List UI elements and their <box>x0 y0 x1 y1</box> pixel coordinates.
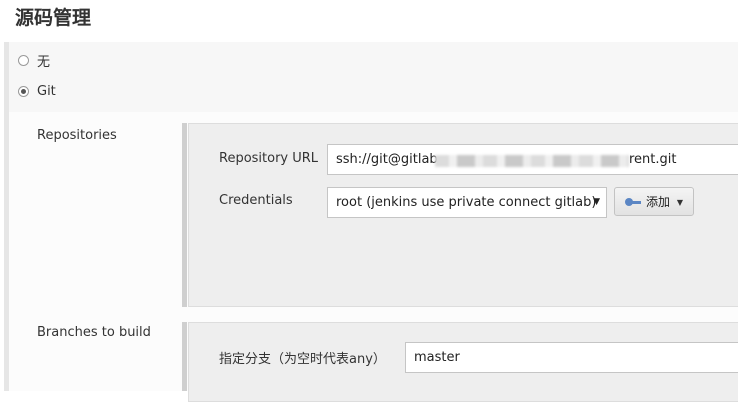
repository-url-suffix: rent.git <box>629 152 677 167</box>
scm-option-none[interactable]: 无 <box>18 51 51 70</box>
redacted-url-segment <box>435 155 629 167</box>
repository-url-label: Repository URL <box>219 151 319 166</box>
key-icon <box>625 197 643 207</box>
branches-label: Branches to build <box>37 325 151 340</box>
add-button-label: 添加 <box>646 195 671 209</box>
repository-url-input[interactable]: ssh://git@gitlab rent.git <box>327 144 738 175</box>
scm-option-none-label: 无 <box>37 54 51 70</box>
radio-none[interactable] <box>18 54 29 66</box>
credentials-label: Credentials <box>219 193 293 208</box>
credentials-value: root (jenkins use private connect gitlab… <box>336 195 597 210</box>
scm-option-git[interactable]: Git <box>18 82 56 100</box>
page-title: 源码管理 <box>15 7 92 29</box>
repositories-bar <box>182 123 187 307</box>
branch-value: master <box>414 350 460 365</box>
branches-bar <box>182 322 187 391</box>
scm-option-git-label: Git <box>37 83 56 99</box>
branch-specifier-label: 指定分支（为空时代表any） <box>219 352 386 367</box>
radio-git[interactable] <box>18 85 29 97</box>
repository-url-prefix: ssh://git@gitlab <box>336 152 438 167</box>
credentials-select[interactable]: root (jenkins use private connect gitlab… <box>327 187 607 218</box>
branch-specifier-input[interactable]: master <box>405 342 738 373</box>
chevron-down-icon: ▼ <box>676 198 683 207</box>
repositories-label: Repositories <box>37 128 117 143</box>
select-arrow-icon: ▼ <box>593 197 600 207</box>
add-credentials-button[interactable]: 添加 ▼ <box>614 187 694 216</box>
